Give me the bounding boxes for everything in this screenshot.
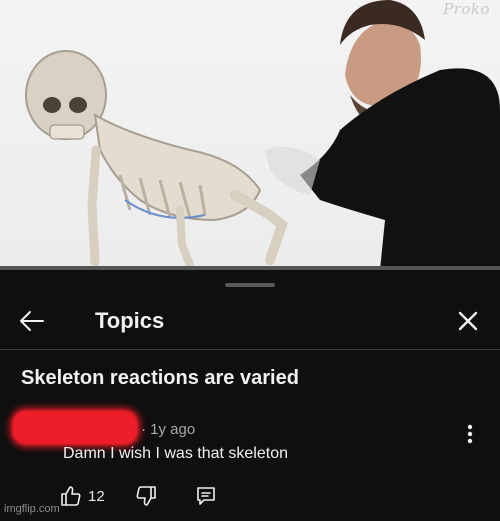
header-divider	[0, 349, 500, 350]
back-arrow-icon	[20, 311, 44, 331]
sheet-header: Topics	[0, 293, 500, 349]
close-icon	[458, 311, 478, 331]
imgflip-watermark: imgflip.com	[4, 503, 60, 515]
dislike-button[interactable]	[135, 485, 157, 507]
topic-heading: Skeleton reactions are varied	[21, 367, 299, 389]
like-button[interactable]: 12	[60, 485, 105, 507]
reply-icon	[196, 487, 215, 505]
video-player[interactable]: Proko	[0, 0, 500, 270]
video-illustration	[25, 0, 500, 270]
comment-time: 1y ago	[150, 421, 196, 438]
comment-more-button[interactable]	[458, 422, 482, 446]
video-watermark: Proko	[443, 0, 490, 18]
sheet-drag-handle[interactable]	[225, 283, 275, 287]
thumb-up-icon	[61, 486, 81, 506]
close-button[interactable]	[450, 303, 486, 339]
sheet-title: Topics	[95, 308, 165, 333]
comment-timestamp: · 1y ago	[141, 421, 196, 438]
thumb-down-icon	[136, 486, 156, 506]
man-figure	[265, 0, 500, 270]
comment-actions: 12	[60, 484, 217, 508]
redacted-username	[12, 410, 138, 445]
more-vert-icon	[467, 424, 473, 444]
skeleton-figure	[25, 50, 288, 269]
comment-body: Damn I wish I was that skeleton	[63, 445, 288, 462]
like-count: 12	[88, 487, 105, 505]
back-button[interactable]	[14, 303, 50, 339]
reply-button[interactable]	[195, 485, 217, 507]
